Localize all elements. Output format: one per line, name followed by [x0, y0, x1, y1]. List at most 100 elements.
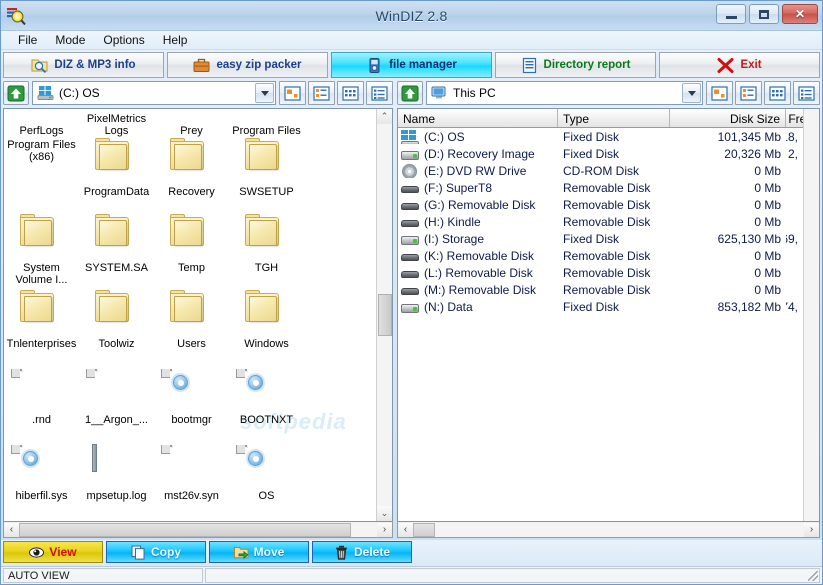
left-path-combobox[interactable]: (C:) OS [32, 81, 276, 105]
left-large-icons-view-button[interactable] [279, 81, 306, 105]
right-tiles-view-button[interactable] [764, 81, 791, 105]
drive-name: (F:) SuperT8 [424, 181, 492, 195]
drive-free: 169, [786, 232, 803, 246]
file-item[interactable]: Program Files [229, 111, 304, 137]
file-item[interactable]: Recovery [154, 137, 229, 213]
right-small-icons-view-button[interactable] [735, 81, 762, 105]
right-hscroll-right-button[interactable]: › [804, 523, 819, 537]
table-row[interactable]: (L:) Removable Disk Removable Disk 0 Mb [398, 264, 803, 281]
file-item[interactable]: mpsetup.log [79, 441, 154, 517]
file-item[interactable]: swapfile.sys [79, 517, 154, 522]
left-hscroll-thumb[interactable] [19, 523, 351, 537]
table-row[interactable]: (K:) Removable Disk Removable Disk 0 Mb [398, 247, 803, 264]
menu-help[interactable]: Help [154, 32, 197, 48]
file-item[interactable]: 1__Argon_... [79, 365, 154, 441]
file-item[interactable]: Windows [229, 289, 304, 365]
left-scroll-thumb[interactable] [378, 294, 392, 336]
table-row[interactable]: (G:) Removable Disk Removable Disk 0 Mb [398, 196, 803, 213]
table-row[interactable]: (E:) DVD RW Drive CD-ROM Disk 0 Mb [398, 162, 803, 179]
left-horizontal-scrollbar[interactable]: ‹ › [3, 522, 393, 538]
right-drive-list[interactable]: Name Type Disk Size Free (C:) OS Fixed D… [397, 108, 820, 522]
column-header-type[interactable]: Type [558, 109, 670, 127]
tab-directory-report[interactable]: Directory report [495, 52, 656, 78]
file-item[interactable]: PixelMetrics Logs [79, 111, 154, 137]
drive-type: Removable Disk [558, 266, 670, 280]
tab-exit[interactable]: Exit [659, 52, 820, 78]
right-horizontal-scrollbar[interactable]: ‹ › [397, 522, 820, 538]
file-item[interactable]: Prey [154, 111, 229, 137]
maximize-button[interactable] [749, 4, 779, 24]
tab-easy-zip-packer[interactable]: easy zip packer [167, 52, 328, 78]
left-hscroll-left-button[interactable]: ‹ [4, 523, 19, 537]
close-button[interactable]: ✕ [782, 4, 818, 24]
file-item[interactable]: hiberfil.sys [4, 441, 79, 517]
file-item[interactable]: .rnd [4, 365, 79, 441]
windows-drive-icon [37, 86, 54, 100]
left-vertical-scrollbar[interactable]: ⌃ ⌄ [376, 109, 392, 521]
left-pane: (C:) OS [3, 80, 393, 538]
file-item[interactable]: SWSETUP [229, 137, 304, 213]
table-row[interactable]: (H:) Kindle Removable Disk 0 Mb [398, 213, 803, 230]
left-file-list[interactable]: softpedia PerfLogs PixelMetrics Logs Pre… [3, 108, 393, 522]
move-button[interactable]: Move [209, 541, 309, 563]
table-row[interactable]: (C:) OS Fixed Disk 101,345 Mb 18, [398, 128, 803, 145]
file-item[interactable]: Toolwiz [79, 289, 154, 365]
right-path-combobox[interactable]: This PC [426, 81, 703, 105]
resize-grip[interactable] [808, 571, 818, 581]
left-path-dropdown-arrow[interactable] [255, 83, 274, 103]
delete-button[interactable]: Delete [312, 541, 412, 563]
right-details-view-button[interactable] [793, 81, 820, 105]
left-details-view-button[interactable] [366, 81, 393, 105]
right-large-icons-view-button[interactable] [706, 81, 733, 105]
table-row[interactable]: (D:) Recovery Image Fixed Disk 20,326 Mb… [398, 145, 803, 162]
file-icon [95, 369, 139, 413]
view-button[interactable]: View [3, 541, 103, 563]
right-hscroll-thumb[interactable] [413, 523, 435, 537]
file-item[interactable]: SYSTEM.SA [79, 213, 154, 289]
left-scroll-up-button[interactable]: ⌃ [377, 109, 392, 124]
copy-button[interactable]: Copy [106, 541, 206, 563]
file-item[interactable]: System Volume I... [4, 213, 79, 289]
file-item[interactable]: OS [229, 441, 304, 517]
file-item[interactable]: pagefile.sys [4, 517, 79, 522]
right-hscroll-track[interactable] [413, 523, 804, 537]
right-path-text: This PC [453, 86, 496, 100]
menu-mode[interactable]: Mode [46, 32, 94, 48]
file-item[interactable]: TGH [229, 213, 304, 289]
table-row[interactable]: (N:) Data Fixed Disk 853,182 Mb 574, [398, 298, 803, 315]
table-row[interactable]: (I:) Storage Fixed Disk 625,130 Mb 169, [398, 230, 803, 247]
file-item[interactable]: bootmgr [154, 365, 229, 441]
right-up-one-level-button[interactable] [397, 81, 423, 105]
left-tiles-view-button[interactable] [337, 81, 364, 105]
main-tab-bar: DIZ & MP3 info easy zip packer file [1, 50, 822, 78]
minimize-button[interactable] [716, 4, 746, 24]
table-row[interactable]: (F:) SuperT8 Removable Disk 0 Mb [398, 179, 803, 196]
drive-size: 0 Mb [670, 164, 786, 178]
file-item[interactable]: PerfLogs [4, 111, 79, 137]
file-item[interactable]: Program Files (x86) [4, 137, 79, 163]
left-small-icons-view-button[interactable] [308, 81, 335, 105]
file-item[interactable]: BOOTNXT [229, 365, 304, 441]
file-item[interactable]: mst26v.syn [154, 441, 229, 517]
file-item[interactable]: Users [154, 289, 229, 365]
left-hscroll-right-button[interactable]: › [377, 523, 392, 537]
menu-file[interactable]: File [9, 32, 46, 48]
tab-diz-mp3-info[interactable]: DIZ & MP3 info [3, 52, 164, 78]
drive-size: 101,345 Mb [670, 130, 786, 144]
tab-file-manager[interactable]: file manager [331, 52, 492, 78]
left-scroll-down-button[interactable]: ⌄ [377, 506, 392, 521]
status-message [205, 568, 820, 583]
column-header-name[interactable]: Name [398, 109, 558, 127]
right-path-dropdown-arrow[interactable] [682, 83, 701, 103]
table-row[interactable]: (M:) Removable Disk Removable Disk 0 Mb [398, 281, 803, 298]
file-item[interactable]: __Argon__.... [154, 517, 229, 522]
right-hscroll-left-button[interactable]: ‹ [398, 523, 413, 537]
file-item[interactable]: ProgramData [79, 137, 154, 213]
right-vertical-scrollbar[interactable] [803, 109, 819, 521]
menu-options[interactable]: Options [94, 32, 153, 48]
left-hscroll-track[interactable] [19, 523, 377, 537]
left-up-one-level-button[interactable] [3, 81, 29, 105]
file-item[interactable]: Temp [154, 213, 229, 289]
column-header-disk-size[interactable]: Disk Size [670, 109, 786, 127]
file-item[interactable]: Tnlenterprises [4, 289, 79, 365]
